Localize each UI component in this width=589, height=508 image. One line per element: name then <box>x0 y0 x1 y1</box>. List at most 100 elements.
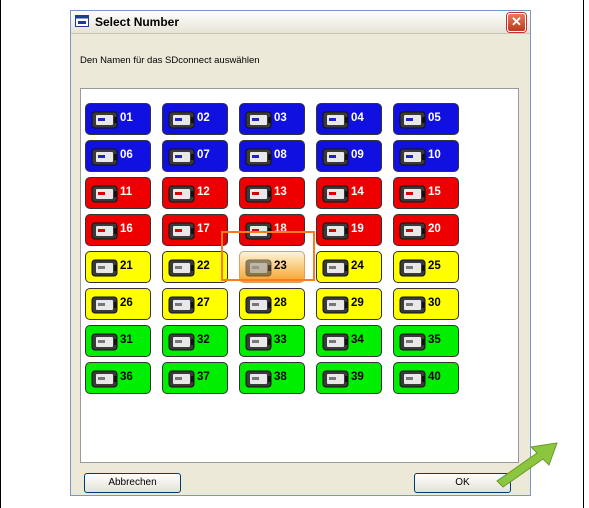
select-number-dialog: Select Number ✕ Den Namen für das SDconn… <box>70 10 531 496</box>
number-tile-25[interactable]: 25 <box>393 251 459 283</box>
sdconnect-device-icon <box>91 296 118 314</box>
number-tile-10[interactable]: 10 <box>393 140 459 172</box>
number-tile-32[interactable]: 32 <box>162 325 228 357</box>
tile-number-label: 27 <box>197 297 210 309</box>
tile-number-label: 38 <box>274 371 287 383</box>
number-tile-30[interactable]: 30 <box>393 288 459 320</box>
number-tile-03[interactable]: 03 <box>239 103 305 135</box>
sdconnect-device-icon <box>245 222 272 240</box>
number-tile-06[interactable]: 06 <box>85 140 151 172</box>
number-tile-39[interactable]: 39 <box>316 362 382 394</box>
tile-number-label: 06 <box>120 149 133 161</box>
sdconnect-device-icon <box>245 333 272 351</box>
number-tile-15[interactable]: 15 <box>393 177 459 209</box>
number-tile-28[interactable]: 28 <box>239 288 305 320</box>
number-tile-29[interactable]: 29 <box>316 288 382 320</box>
number-tile-04[interactable]: 04 <box>316 103 382 135</box>
sdconnect-device-icon <box>91 333 118 351</box>
number-tile-17[interactable]: 17 <box>162 214 228 246</box>
number-grid-panel: 01 02 03 04 05 06 07 08 09 10 11 12 13 14 15 16 17 18 19 20… <box>80 88 519 463</box>
number-tile-20[interactable]: 20 <box>393 214 459 246</box>
tile-number-label: 20 <box>428 223 441 235</box>
number-tile-34[interactable]: 34 <box>316 325 382 357</box>
sdconnect-device-icon <box>168 111 195 129</box>
close-button[interactable]: ✕ <box>507 13 526 32</box>
number-tile-22[interactable]: 22 <box>162 251 228 283</box>
sdconnect-device-icon <box>91 259 118 277</box>
sdconnect-device-icon <box>245 148 272 166</box>
sdconnect-device-icon <box>399 296 426 314</box>
tile-number-label: 31 <box>120 334 133 346</box>
page-border-left <box>0 0 1 508</box>
tile-number-label: 26 <box>120 297 133 309</box>
sdconnect-device-icon <box>168 148 195 166</box>
cancel-button[interactable]: Abbrechen <box>84 473 181 493</box>
sdconnect-device-icon <box>322 370 349 388</box>
tile-number-label: 07 <box>197 149 210 161</box>
tile-number-label: 13 <box>274 186 287 198</box>
number-tile-08[interactable]: 08 <box>239 140 305 172</box>
sdconnect-device-icon <box>91 148 118 166</box>
sdconnect-device-icon <box>168 185 195 203</box>
number-tile-31[interactable]: 31 <box>85 325 151 357</box>
number-tile-35[interactable]: 35 <box>393 325 459 357</box>
tile-number-label: 05 <box>428 112 441 124</box>
number-tile-38[interactable]: 38 <box>239 362 305 394</box>
number-tile-07[interactable]: 07 <box>162 140 228 172</box>
number-tile-05[interactable]: 05 <box>393 103 459 135</box>
tile-number-label: 24 <box>351 260 364 272</box>
sdconnect-device-icon <box>168 296 195 314</box>
close-icon: ✕ <box>511 14 522 29</box>
sdconnect-device-icon <box>399 111 426 129</box>
number-tile-27[interactable]: 27 <box>162 288 228 320</box>
tile-number-label: 25 <box>428 260 441 272</box>
tile-number-label: 17 <box>197 223 210 235</box>
tile-number-label: 35 <box>428 334 441 346</box>
number-tile-01[interactable]: 01 <box>85 103 151 135</box>
number-tile-26[interactable]: 26 <box>85 288 151 320</box>
tile-number-label: 09 <box>351 149 364 161</box>
number-tile-14[interactable]: 14 <box>316 177 382 209</box>
tile-number-label: 08 <box>274 149 287 161</box>
number-tile-24[interactable]: 24 <box>316 251 382 283</box>
tile-number-label: 15 <box>428 186 441 198</box>
tile-number-label: 33 <box>274 334 287 346</box>
sdconnect-device-icon <box>245 296 272 314</box>
tile-number-label: 32 <box>197 334 210 346</box>
number-tile-13[interactable]: 13 <box>239 177 305 209</box>
sdconnect-device-icon <box>91 185 118 203</box>
tile-number-label: 18 <box>274 223 287 235</box>
number-tile-12[interactable]: 12 <box>162 177 228 209</box>
number-tile-36[interactable]: 36 <box>85 362 151 394</box>
title-bar: Select Number ✕ <box>71 11 530 34</box>
tile-number-label: 02 <box>197 112 210 124</box>
sdconnect-device-icon <box>322 148 349 166</box>
tile-number-label: 29 <box>351 297 364 309</box>
sdconnect-device-icon <box>245 185 272 203</box>
sdconnect-device-icon <box>322 185 349 203</box>
sdconnect-device-icon <box>245 370 272 388</box>
number-tile-11[interactable]: 11 <box>85 177 151 209</box>
number-tile-23[interactable]: 23 <box>239 251 305 283</box>
sdconnect-device-icon <box>322 111 349 129</box>
number-tile-21[interactable]: 21 <box>85 251 151 283</box>
green-arrow-icon <box>496 442 558 488</box>
tile-number-label: 04 <box>351 112 364 124</box>
number-tile-19[interactable]: 19 <box>316 214 382 246</box>
number-tile-09[interactable]: 09 <box>316 140 382 172</box>
number-tile-33[interactable]: 33 <box>239 325 305 357</box>
number-tile-16[interactable]: 16 <box>85 214 151 246</box>
sdconnect-device-icon <box>168 259 195 277</box>
number-tile-37[interactable]: 37 <box>162 362 228 394</box>
number-tile-18[interactable]: 18 <box>239 214 305 246</box>
number-tile-40[interactable]: 40 <box>393 362 459 394</box>
tile-number-label: 34 <box>351 334 364 346</box>
number-tile-02[interactable]: 02 <box>162 103 228 135</box>
sdconnect-device-icon <box>399 333 426 351</box>
sdconnect-device-icon <box>322 259 349 277</box>
page-border-right <box>583 0 584 508</box>
instruction-text: Den Namen für das SDconnect auswählen <box>80 55 260 66</box>
tile-number-label: 10 <box>428 149 441 161</box>
sdconnect-device-icon <box>168 370 195 388</box>
tile-number-label: 12 <box>197 186 210 198</box>
